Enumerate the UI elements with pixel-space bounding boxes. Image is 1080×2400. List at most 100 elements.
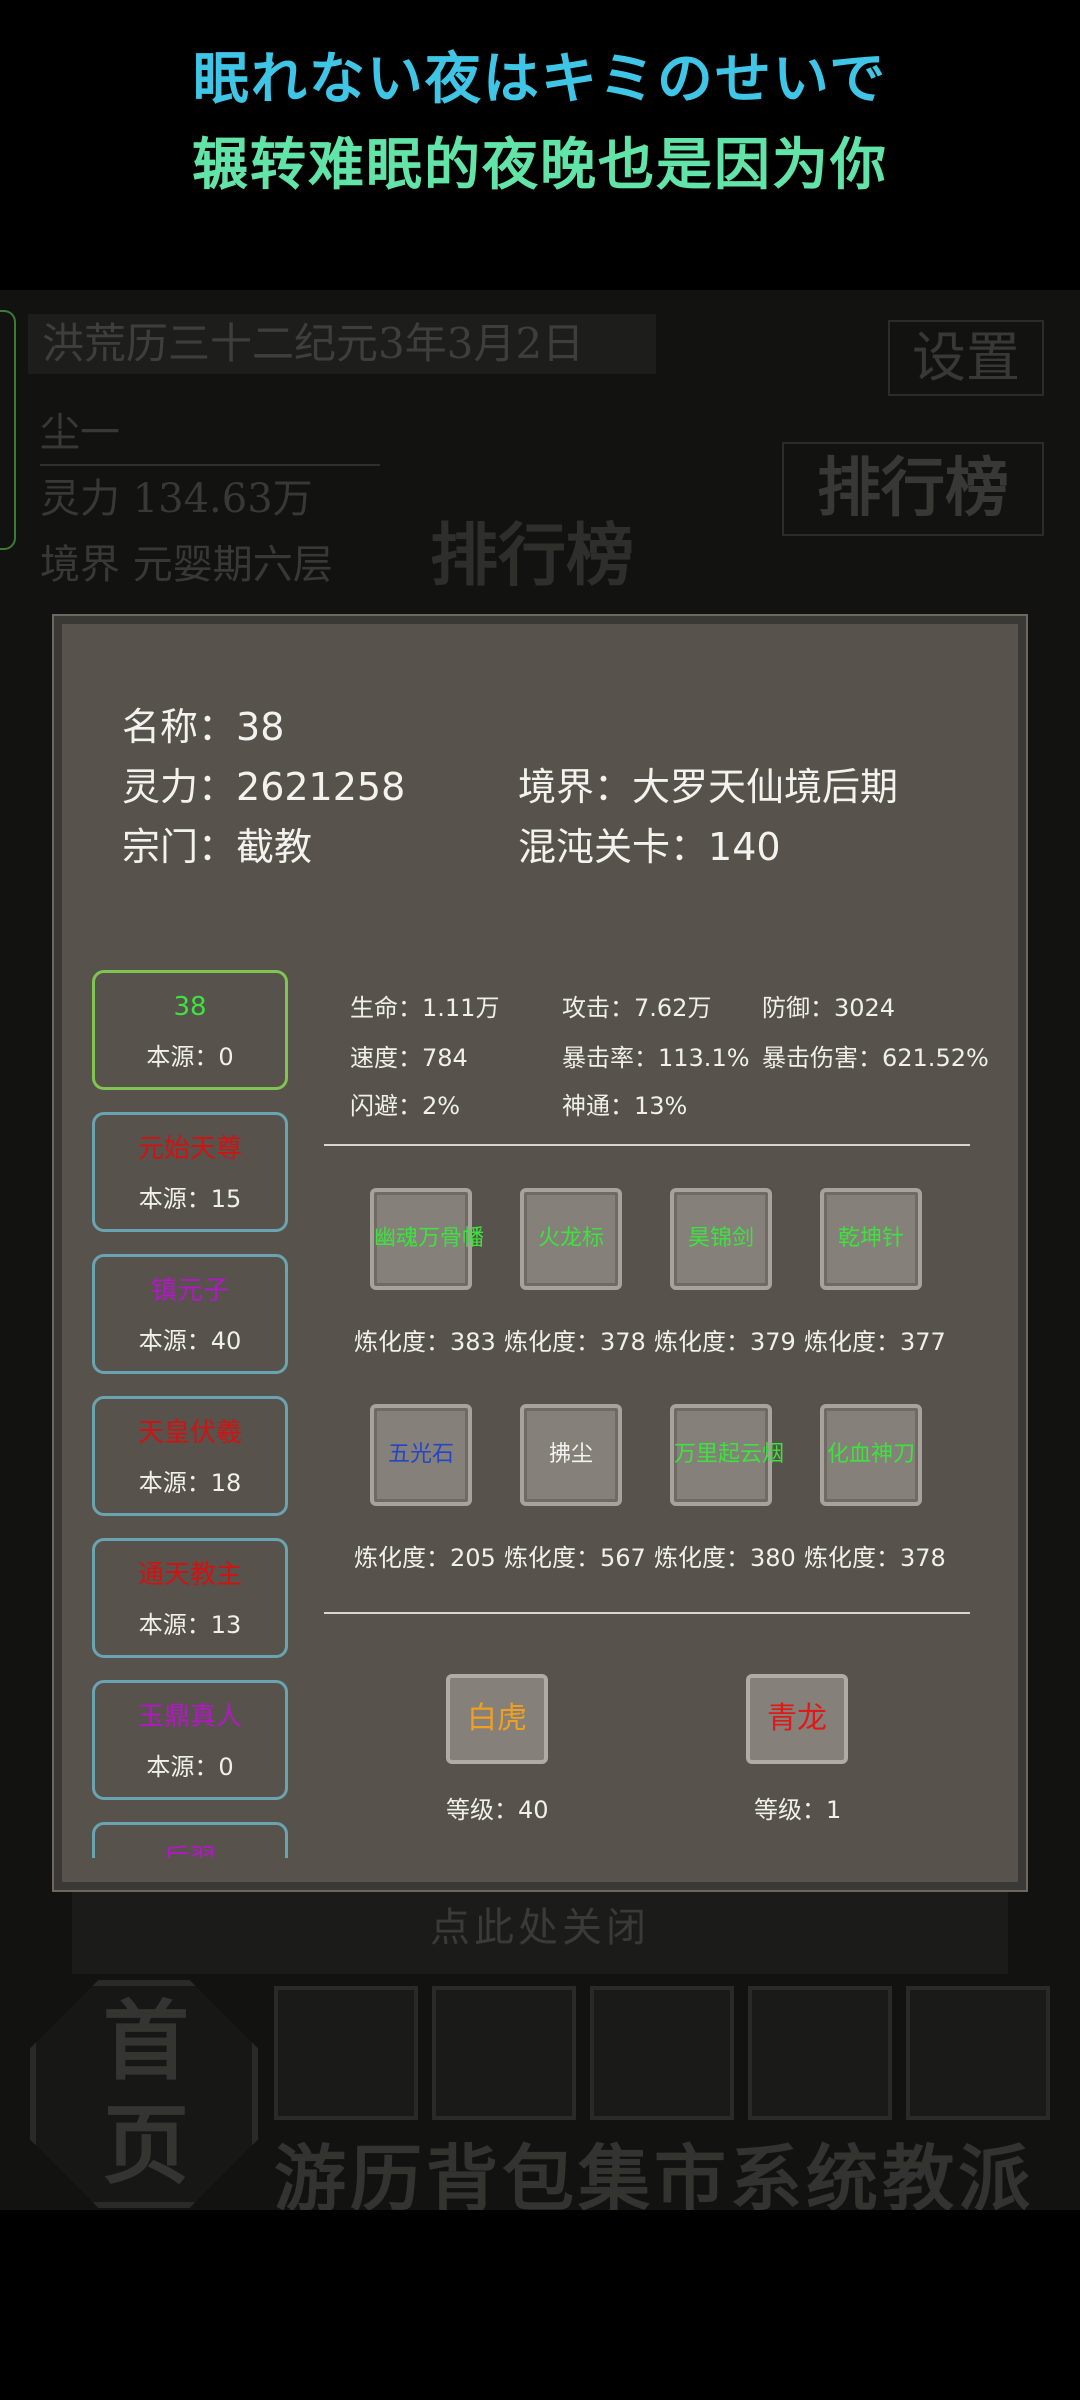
character-card[interactable]: 天皇伏羲 本源18	[92, 1396, 288, 1516]
treasure-slot[interactable]: 乾坤针	[820, 1188, 922, 1290]
system-icon	[748, 1986, 892, 2120]
stat-power-label: 神通	[562, 1092, 634, 1120]
refine-value: 378	[900, 1544, 946, 1572]
info-realm-value: 大罗天仙境后期	[632, 765, 899, 809]
stat-speed: 速度784	[350, 1038, 468, 1073]
stat-crit-damage-value: 621.52%	[882, 1044, 989, 1072]
info-sect-label: 宗门	[122, 825, 236, 869]
treasure-refine: 炼化度379	[654, 1322, 796, 1357]
character-name: 后羿	[95, 1843, 285, 1858]
character-card[interactable]: 通天教主 本源13	[92, 1538, 288, 1658]
player-name: 尘一	[40, 400, 380, 466]
refine-value: 378	[600, 1328, 646, 1356]
stat-crit-damage-label: 暴击伤害	[762, 1044, 882, 1072]
close-hint-bar[interactable]: 点此处关闭	[72, 1882, 1008, 1974]
grade-label: 等级	[446, 1796, 518, 1824]
info-realm: 境界大罗天仙境后期	[518, 756, 898, 811]
source-label: 本源	[139, 1469, 211, 1497]
player-realm: 境界 元婴期六层	[40, 542, 333, 588]
nav-labels: 游历 背包 集市 系统 教派	[274, 2120, 1064, 2210]
info-sect: 宗门截教	[122, 816, 312, 871]
info-realm-label: 境界	[518, 765, 632, 809]
treasure-refine: 炼化度383	[354, 1322, 496, 1357]
treasure-refine: 炼化度380	[654, 1538, 796, 1573]
character-name: 镇元子	[150, 1276, 229, 1306]
treasure-slot[interactable]: 万里起云烟	[670, 1404, 784, 1506]
treasure-slot[interactable]: 五光石	[370, 1404, 472, 1506]
stat-hp-label: 生命	[350, 994, 422, 1022]
treasure-slot[interactable]: 拂尘	[520, 1404, 622, 1506]
grade-value: 1	[826, 1796, 842, 1824]
market-icon	[590, 1986, 734, 2120]
source-value: 18	[210, 1469, 242, 1497]
game-date: 洪荒历三十二纪元3年3月2日	[28, 314, 656, 374]
character-name: 38	[173, 992, 207, 1022]
info-stage-value: 140	[708, 825, 781, 869]
leaderboard-button: 排行榜	[782, 442, 1044, 536]
info-lingli: 灵力2621258	[122, 756, 405, 811]
stat-power-value: 13%	[634, 1092, 688, 1120]
source-value: 15	[210, 1185, 242, 1213]
stat-defense: 防御3024	[762, 988, 895, 1023]
stat-crit-rate-value: 113.1%	[658, 1044, 750, 1072]
character-card[interactable]: 元始天尊 本源15	[92, 1112, 288, 1232]
grade-label: 等级	[754, 1796, 826, 1824]
stat-attack-value: 7.62万	[634, 994, 712, 1022]
settings-button: 设置	[888, 320, 1044, 396]
treasure-slot[interactable]: 火龙标	[520, 1188, 622, 1290]
beast-slot-qinglong[interactable]: 青龙	[746, 1674, 848, 1764]
character-card[interactable]: 后羿	[92, 1822, 288, 1858]
refine-label: 炼化度	[354, 1544, 450, 1572]
treasure-refine: 炼化度378	[804, 1538, 946, 1573]
stat-power: 神通13%	[562, 1086, 687, 1121]
character-card[interactable]: 38 本源0	[92, 970, 288, 1090]
nav-label-travel: 游历	[274, 2136, 427, 2210]
home-button: 首页	[103, 1991, 189, 2196]
source-label: 本源	[139, 1327, 211, 1355]
info-name: 名称38	[122, 696, 284, 751]
source-value: 0	[218, 1753, 234, 1781]
stat-defense-value: 3024	[834, 994, 896, 1022]
source-label: 本源	[146, 1043, 218, 1071]
stat-dodge-value: 2%	[422, 1092, 461, 1120]
character-list[interactable]: 38 本源0 元始天尊 本源15 镇元子 本源40 天皇伏羲 本源18 通天教主…	[92, 970, 288, 1858]
stat-crit-damage: 暴击伤害621.52%	[762, 1038, 989, 1073]
stat-speed-value: 784	[422, 1044, 468, 1072]
info-name-label: 名称	[122, 705, 236, 749]
divider	[324, 1612, 970, 1614]
treasure-slot[interactable]: 幽魂万骨幡	[370, 1188, 484, 1290]
treasure-refine: 炼化度377	[804, 1322, 946, 1357]
treasure-slot[interactable]: 昊锦剑	[670, 1188, 772, 1290]
grade-value: 40	[518, 1796, 549, 1824]
refine-label: 炼化度	[654, 1544, 750, 1572]
source-label: 本源	[146, 1753, 218, 1781]
source-label: 本源	[139, 1185, 211, 1213]
divider	[324, 1144, 970, 1146]
character-source: 本源18	[95, 1463, 285, 1498]
treasure-refine: 炼化度205	[354, 1538, 496, 1573]
character-source: 本源0	[95, 1037, 285, 1072]
character-card[interactable]: 镇元子 本源40	[92, 1254, 288, 1374]
stat-defense-label: 防御	[762, 994, 834, 1022]
source-value: 13	[210, 1611, 242, 1639]
character-card[interactable]: 玉鼎真人 本源0	[92, 1680, 288, 1800]
stat-crit-rate-label: 暴击率	[562, 1044, 658, 1072]
refine-value: 567	[600, 1544, 646, 1572]
character-name: 通天教主	[137, 1560, 242, 1590]
stat-speed-label: 速度	[350, 1044, 422, 1072]
nav-label-sect: 教派	[882, 2136, 1035, 2210]
leaderboard-title: 排行榜	[430, 516, 635, 596]
beast-slot-baihu[interactable]: 白虎	[446, 1674, 548, 1764]
refine-value: 379	[750, 1328, 796, 1356]
character-source: 本源13	[95, 1605, 285, 1640]
lyric-line-1: 眠れない夜はキミのせいで	[192, 47, 888, 112]
character-name: 天皇伏羲	[137, 1418, 242, 1448]
refine-label: 炼化度	[504, 1328, 600, 1356]
refine-value: 380	[750, 1544, 796, 1572]
nav-label-market: 集市	[578, 2136, 731, 2210]
refine-label: 炼化度	[504, 1544, 600, 1572]
treasure-slot[interactable]: 化血神刀	[820, 1404, 922, 1506]
refine-value: 377	[900, 1328, 946, 1356]
treasure-refine: 炼化度378	[504, 1322, 646, 1357]
side-tab	[0, 310, 16, 550]
